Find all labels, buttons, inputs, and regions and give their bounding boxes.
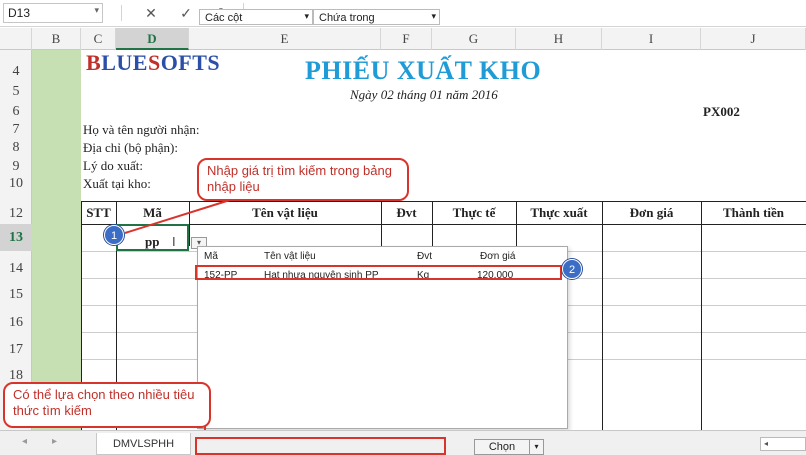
popup-header-don-gia: Đơn giá (480, 251, 516, 262)
chevron-down-icon: ▾ (431, 11, 436, 21)
header-ten-vat-lieu: Tên vật liệu (252, 205, 318, 220)
column-header-j[interactable]: J (701, 28, 806, 50)
warehouse-label: Xuất tại kho: (83, 176, 151, 191)
document-title: PHIẾU XUẤT KHO (305, 56, 542, 85)
recipient-label: Họ và tên người nhận: (83, 122, 200, 137)
select-button[interactable]: Chọn (474, 439, 530, 455)
reason-label: Lý do xuất: (83, 158, 143, 173)
popup-header-ma: Mã (204, 251, 218, 262)
result-highlight-box (195, 265, 562, 280)
row-header-7[interactable]: 7 (0, 122, 32, 138)
table-column-line (701, 201, 702, 430)
document-number: PX002 (703, 104, 740, 119)
select-all-corner[interactable] (0, 28, 32, 50)
chevron-down-icon[interactable]: ▾ (94, 5, 99, 16)
grid-line (81, 305, 197, 306)
horizontal-scrollbar[interactable]: ◂ (760, 437, 806, 451)
row-header-14[interactable]: 14 (0, 261, 32, 277)
match-mode-value: Chứa trong (319, 12, 375, 24)
header-thanh-tien: Thành tiền (722, 205, 785, 220)
header-ma: Mã (143, 205, 162, 220)
combo-highlight-box (195, 437, 446, 455)
header-thuc-xuat: Thực xuất (530, 205, 588, 220)
chevron-down-icon: ▾ (304, 11, 309, 21)
callout-search-criteria: Có thể lựa chọn theo nhiều tiêu thức tìm… (3, 382, 211, 428)
row-header-12[interactable]: 12 (0, 206, 32, 222)
row-header-17[interactable]: 17 (0, 342, 32, 358)
row-header-5[interactable]: 5 (0, 84, 32, 100)
cancel-icon[interactable]: ✕ (141, 4, 161, 22)
column-filter-value: Các cột (205, 12, 243, 24)
row-header-13[interactable]: 13 (0, 224, 32, 251)
grid-line (568, 278, 806, 279)
row-header-10[interactable]: 10 (0, 176, 32, 192)
grid-line (568, 332, 806, 333)
column-header-c[interactable]: C (81, 28, 116, 50)
match-mode-combo[interactable]: Chứa trong ▾ (313, 9, 440, 25)
column-header-f[interactable]: F (381, 28, 432, 50)
popup-header-dvt: Đvt (417, 251, 432, 262)
step-badge-2: 2 (562, 259, 582, 279)
row-header-9[interactable]: 9 (0, 159, 32, 175)
header-stt: STT (86, 205, 111, 220)
grid-line (568, 305, 806, 306)
text-cursor-icon: I (172, 234, 176, 249)
grid-line (81, 278, 197, 279)
column-b-fill (32, 50, 81, 430)
callout-search-input: Nhập giá trị tìm kiếm trong bảng nhập li… (197, 158, 409, 201)
prev-sheet-icon[interactable]: ◂ (22, 436, 27, 447)
bluesofts-logo: BLUESOFTS (86, 50, 221, 75)
active-cell-value: pp (145, 234, 160, 249)
row-header-6[interactable]: 6 (0, 104, 32, 120)
sheet-tab-dmvlsphh[interactable]: DMVLSPHH (96, 433, 191, 455)
header-thuc-te: Thực tế (452, 205, 496, 220)
table-column-line (602, 201, 603, 430)
grid-line (81, 359, 197, 360)
divider (121, 5, 122, 21)
chevron-down-icon[interactable]: ▾ (530, 439, 544, 455)
row-header-16[interactable]: 16 (0, 315, 32, 331)
row-header-4[interactable]: 4 (0, 64, 32, 80)
popup-header: Mã Tên vật liệu Đvt Đơn giá (198, 247, 567, 265)
column-header-h[interactable]: H (516, 28, 602, 50)
header-dvt: Đvt (396, 205, 417, 220)
next-sheet-icon[interactable]: ▸ (52, 436, 57, 447)
column-filter-combo[interactable]: Các cột ▾ (199, 9, 313, 25)
grid-line (81, 332, 197, 333)
column-header-i[interactable]: I (602, 28, 701, 50)
header-don-gia: Đơn giá (629, 205, 674, 220)
grid-line (568, 251, 806, 252)
row-headers: 4 5 6 7 8 9 10 12 13 14 15 16 17 18 (0, 50, 32, 430)
document-date: Ngày 02 tháng 01 năm 2016 (350, 87, 498, 102)
popup-header-ten: Tên vật liệu (264, 251, 316, 262)
row-header-8[interactable]: 8 (0, 140, 32, 156)
name-box[interactable]: D13 ▾ (3, 3, 103, 23)
step-badge-1: 1 (104, 225, 124, 245)
scroll-left-icon[interactable]: ◂ (764, 439, 768, 448)
column-header-e[interactable]: E (189, 28, 381, 50)
enter-icon[interactable]: ✓ (176, 4, 196, 22)
name-box-value: D13 (8, 6, 31, 20)
address-label: Địa chỉ (bộ phận): (83, 140, 178, 155)
grid-line (81, 251, 197, 252)
grid-line (568, 359, 806, 360)
column-header-b[interactable]: B (32, 28, 81, 50)
column-header-d[interactable]: D (116, 28, 189, 50)
row-header-15[interactable]: 15 (0, 287, 32, 303)
column-header-g[interactable]: G (432, 28, 516, 50)
column-headers: B C D E F G H I J (0, 28, 806, 50)
